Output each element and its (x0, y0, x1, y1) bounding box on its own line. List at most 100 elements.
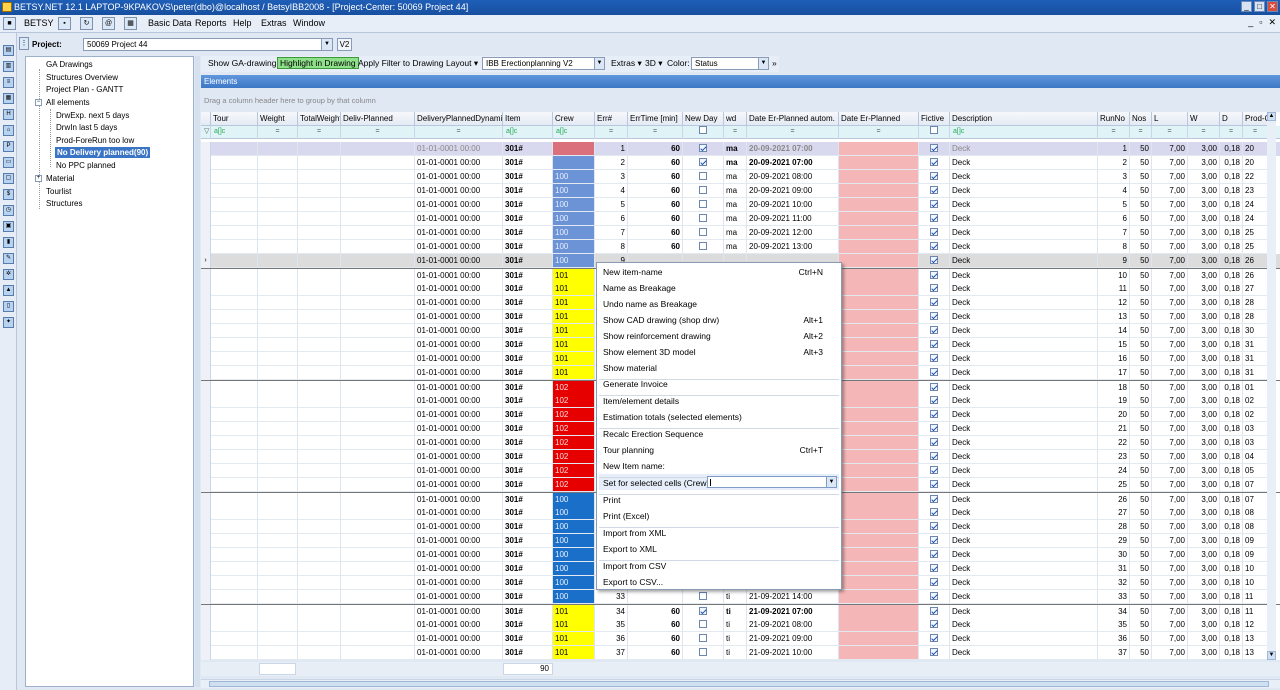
cell-w[interactable]: 3,00 (1188, 310, 1220, 324)
cell-nos[interactable]: 50 (1130, 506, 1152, 520)
horizontal-scrollbar[interactable] (201, 679, 1280, 688)
cell-wd[interactable]: ma (724, 212, 747, 226)
cell-tour[interactable] (211, 198, 258, 212)
tree-item-drwin[interactable]: DrwIn last 5 days (56, 123, 117, 132)
cell-w[interactable]: 3,00 (1188, 632, 1220, 646)
cell-tour[interactable] (211, 170, 258, 184)
cell-err[interactable]: 1 (595, 142, 628, 156)
cell-desc[interactable]: Deck (950, 436, 1098, 450)
fictive-checkbox[interactable] (930, 395, 938, 404)
cell-weight[interactable] (258, 464, 298, 478)
fictive-checkbox[interactable] (930, 606, 938, 615)
cell-date[interactable]: 20-09-2021 07:00 (747, 142, 839, 156)
cell-fictive[interactable] (919, 493, 950, 507)
cell-item[interactable]: 301# (503, 296, 553, 310)
fictive-checkbox[interactable] (930, 451, 938, 460)
cell-l[interactable]: 7,00 (1152, 296, 1188, 310)
cell-wd[interactable]: ma (724, 156, 747, 170)
cell-delivplanned[interactable] (341, 381, 415, 395)
cell-prod[interactable]: 12 (1243, 618, 1268, 632)
cell-item[interactable]: 301# (503, 493, 553, 507)
cell-w[interactable]: 3,00 (1188, 226, 1220, 240)
menu-item-generate-invoice[interactable]: Generate Invoice (603, 379, 668, 389)
fictive-checkbox[interactable] (930, 255, 938, 264)
cell-fictive[interactable] (919, 394, 950, 408)
tree-item-material[interactable]: Material (46, 174, 74, 183)
cell-date[interactable]: 20-09-2021 08:00 (747, 170, 839, 184)
cell-tour[interactable] (211, 184, 258, 198)
cell-delivery[interactable]: 01-01-0001 00:00 (415, 464, 503, 478)
cell-dateplanned[interactable] (839, 394, 919, 408)
cell-runno[interactable]: 8 (1098, 240, 1130, 254)
cell-d[interactable]: 0,18 (1220, 506, 1243, 520)
cell-delivplanned[interactable] (341, 562, 415, 576)
tree-item-prod-forerun[interactable]: Prod-ForeRun too low (56, 136, 134, 145)
cell-w[interactable]: 3,00 (1188, 646, 1220, 660)
table-row[interactable]: 01-01-0001 00:00 301# 100 7 60 ma 20-09-2021 1… (201, 226, 1280, 240)
folder-icon[interactable]: ▢ (3, 173, 14, 184)
cell-fictive[interactable] (919, 338, 950, 352)
cell-tour[interactable] (211, 506, 258, 520)
column-header-date[interactable]: Date Er-Planned autom. (747, 112, 839, 126)
cell-fictive[interactable] (919, 156, 950, 170)
row-indicator[interactable] (201, 184, 211, 198)
cell-wd[interactable]: ma (724, 184, 747, 198)
cell-newday[interactable] (683, 632, 724, 646)
fictive-checkbox[interactable] (930, 647, 938, 656)
cell-crew[interactable]: 100 (553, 548, 595, 562)
cell-prod[interactable]: 09 (1243, 548, 1268, 562)
fictive-checkbox[interactable] (930, 157, 938, 166)
cell-date[interactable]: 20-09-2021 13:00 (747, 240, 839, 254)
cell-l[interactable]: 7,00 (1152, 478, 1188, 492)
cell-dateplanned[interactable] (839, 170, 919, 184)
new-day-checkbox[interactable] (699, 199, 707, 208)
cell-l[interactable]: 7,00 (1152, 632, 1188, 646)
cell-desc[interactable]: Deck (950, 142, 1098, 156)
cell-dateplanned[interactable] (839, 408, 919, 422)
cell-err[interactable]: 2 (595, 156, 628, 170)
filter-cell-d[interactable]: = (1220, 126, 1243, 139)
cell-date[interactable]: 20-09-2021 11:00 (747, 212, 839, 226)
menu-item-name-as-breakage[interactable]: Name as Breakage (603, 283, 676, 293)
cell-fictive[interactable] (919, 562, 950, 576)
cell-item[interactable]: 301# (503, 352, 553, 366)
cell-fictive[interactable] (919, 212, 950, 226)
cell-d[interactable]: 0,18 (1220, 184, 1243, 198)
cell-fictive[interactable] (919, 269, 950, 283)
cell-dateplanned[interactable] (839, 198, 919, 212)
cell-l[interactable]: 7,00 (1152, 352, 1188, 366)
cell-d[interactable]: 0,18 (1220, 142, 1243, 156)
cell-tour[interactable] (211, 212, 258, 226)
cell-tour[interactable] (211, 338, 258, 352)
fictive-checkbox[interactable] (930, 283, 938, 292)
extras-menu[interactable]: Extras ▾ (611, 58, 642, 69)
cell-errtime[interactable]: 60 (628, 170, 683, 184)
cell-dateplanned[interactable] (839, 464, 919, 478)
cell-crew[interactable]: 100 (553, 184, 595, 198)
cell-tour[interactable] (211, 269, 258, 283)
cell-delivplanned[interactable] (341, 520, 415, 534)
cell-desc[interactable]: Deck (950, 310, 1098, 324)
cell-l[interactable]: 7,00 (1152, 282, 1188, 296)
menu-item-export-to-csv[interactable]: Export to CSV... (603, 577, 663, 587)
cell-delivplanned[interactable] (341, 142, 415, 156)
column-header-crew[interactable]: Crew (553, 112, 595, 126)
cell-d[interactable]: 0,18 (1220, 170, 1243, 184)
cell-d[interactable]: 0,18 (1220, 520, 1243, 534)
row-indicator[interactable] (201, 618, 211, 632)
cell-weight[interactable] (258, 520, 298, 534)
cell-err[interactable]: 5 (595, 198, 628, 212)
cell-delivplanned[interactable] (341, 436, 415, 450)
cell-item[interactable]: 301# (503, 646, 553, 660)
cell-fictive[interactable] (919, 506, 950, 520)
cell-dateplanned[interactable] (839, 184, 919, 198)
cell-delivery[interactable]: 01-01-0001 00:00 (415, 520, 503, 534)
cell-totalweight[interactable] (298, 254, 341, 268)
cell-d[interactable]: 0,18 (1220, 632, 1243, 646)
cell-nos[interactable]: 50 (1130, 493, 1152, 507)
cell-runno[interactable]: 5 (1098, 198, 1130, 212)
column-header-item[interactable]: Item (503, 112, 553, 126)
cell-errtime[interactable]: 60 (628, 184, 683, 198)
cell-desc[interactable]: Deck (950, 450, 1098, 464)
cell-item[interactable]: 301# (503, 394, 553, 408)
